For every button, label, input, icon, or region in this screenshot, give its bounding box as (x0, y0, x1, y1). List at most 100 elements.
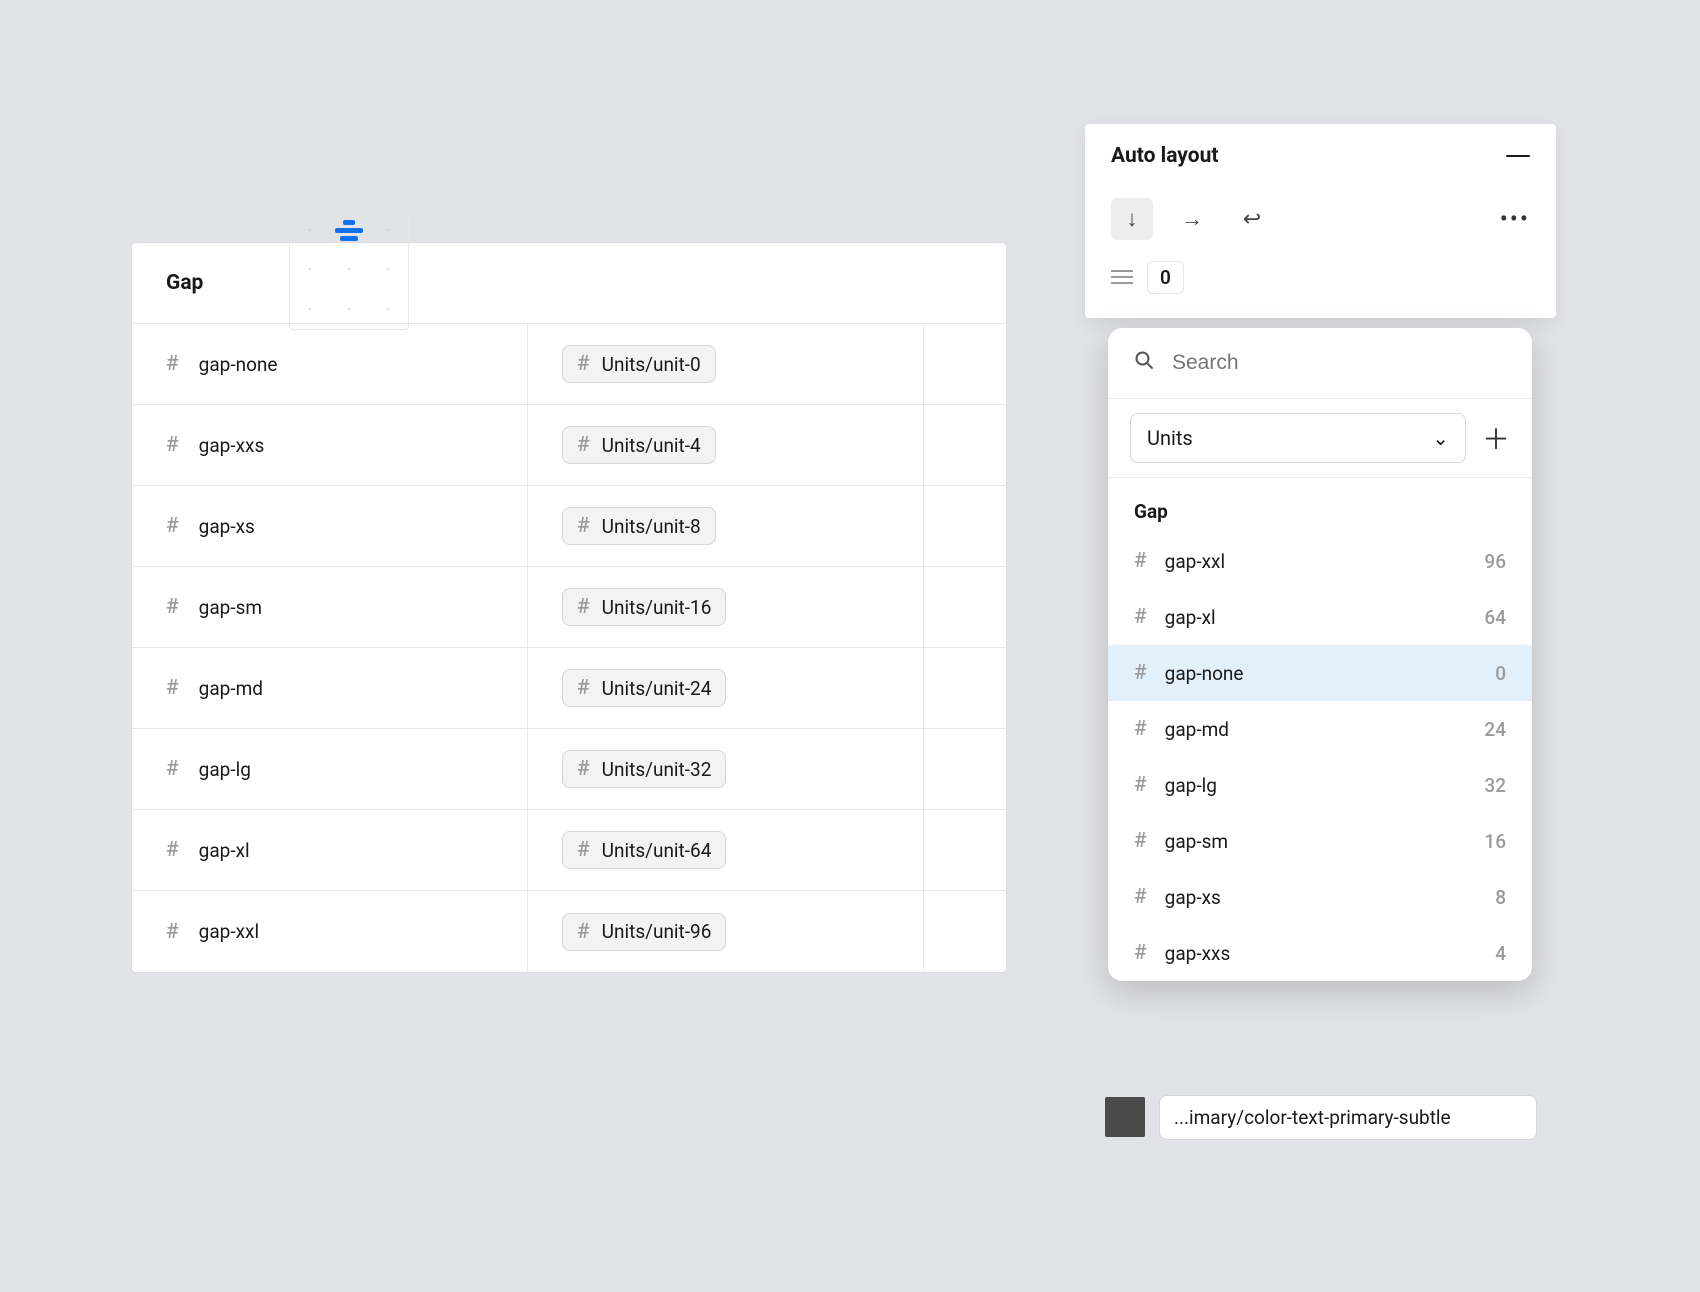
option-name: gap-none (1165, 662, 1244, 685)
variable-name-cell: # gap-md (132, 648, 528, 728)
alignment-grid[interactable]: • • ••• ••• (289, 210, 409, 330)
unit-label: Units/unit-16 (602, 596, 712, 619)
variable-name: gap-xxl (199, 920, 259, 943)
direction-horizontal-button[interactable]: → (1171, 198, 1213, 240)
gap-variable-table: Gap #gap-none#Units/unit-0#gap-xxs#Units… (132, 243, 1006, 972)
variable-option[interactable]: #gap-xs8 (1108, 869, 1532, 925)
list-heading: Gap (1108, 478, 1532, 533)
variable-name: gap-sm (199, 596, 262, 619)
variable-name: gap-md (199, 677, 263, 700)
option-name: gap-xl (1165, 606, 1216, 629)
gap-value-input[interactable]: 0 (1147, 261, 1184, 294)
unit-label: Units/unit-32 (602, 758, 712, 781)
variable-value-cell: #Units/unit-64 (528, 810, 924, 890)
variable-name-cell: #gap-xl (132, 810, 528, 890)
table-row[interactable]: #gap-xxs #Units/unit-4 (132, 405, 1006, 486)
collection-select-label: Units (1147, 426, 1193, 450)
variable-name-cell: # gap-sm (132, 567, 528, 647)
more-options-icon[interactable]: ••• (1500, 205, 1530, 233)
variable-value-cell: # Units/unit-32 (528, 729, 924, 809)
table-row[interactable]: #gap-xxl #Units/unit-96 (132, 891, 1006, 972)
option-name: gap-lg (1165, 774, 1217, 797)
panel-header: Auto layout (1085, 124, 1556, 188)
options-list: #gap-xxl96#gap-xl64#gap-none0#gap-md24#g… (1108, 533, 1532, 981)
option-value: 8 (1495, 886, 1506, 909)
hash-icon: # (166, 514, 179, 538)
hash-icon: # (577, 838, 590, 862)
variable-option[interactable]: # gap-xl 64 (1108, 589, 1532, 645)
variable-name-cell: #gap-none (132, 324, 528, 404)
table-row[interactable]: #gap-lg # Units/unit-32 (132, 729, 1006, 810)
hash-icon: # (577, 433, 590, 457)
gap-spacing-icon (1111, 270, 1133, 284)
unit-tag[interactable]: #Units/unit-4 (562, 426, 716, 464)
hash-icon: # (1134, 549, 1147, 573)
color-variable-row: ...imary/color-text-primary-subtle (1105, 1093, 1537, 1141)
unit-tag[interactable]: #Units/unit-64 (562, 831, 726, 869)
variable-picker-popover: Units ⌄ ＋ Gap #gap-xxl96#gap-xl64#gap-no… (1108, 328, 1532, 981)
hash-icon: # (166, 595, 179, 619)
unit-label: Units/unit-0 (602, 353, 701, 376)
table-row[interactable]: #gap-xl #Units/unit-64 (132, 810, 1006, 891)
variable-option[interactable]: #gap-xxl96 (1108, 533, 1532, 589)
hash-icon: # (166, 352, 179, 376)
direction-wrap-button[interactable]: ↩ (1231, 198, 1273, 240)
option-value: 24 (1484, 718, 1506, 741)
hash-icon: # (166, 433, 179, 457)
auto-layout-panel: Auto layout ↓ → ↩ ••• 0 (1085, 124, 1556, 318)
hash-icon: # (1134, 941, 1147, 965)
hash-icon: # (577, 757, 590, 781)
table-row[interactable]: #gap-none#Units/unit-0 (132, 324, 1006, 405)
option-value: 32 (1484, 774, 1506, 797)
variable-name-cell: #gap-xxs (132, 405, 528, 485)
hash-icon: # (1134, 717, 1147, 741)
direction-vertical-button[interactable]: ↓ (1111, 198, 1153, 240)
variable-option[interactable]: #gap-xxs4 (1108, 925, 1532, 981)
empty-cell (924, 648, 1006, 728)
variable-value-cell: #Units/unit-8 (528, 486, 924, 566)
table-title: Gap (132, 243, 1006, 323)
variable-option[interactable]: #gap-md24 (1108, 701, 1532, 757)
color-swatch (1105, 1097, 1145, 1137)
collapse-icon[interactable] (1506, 155, 1530, 157)
unit-tag[interactable]: #Units/unit-96 (562, 913, 726, 951)
option-name: gap-sm (1165, 830, 1228, 853)
empty-cell (924, 891, 1006, 972)
table-row[interactable]: # gap-sm #Units/unit-16 (132, 567, 1006, 648)
variable-name-cell: #gap-xxl (132, 891, 528, 972)
gap-field: 0 (1085, 250, 1556, 304)
unit-tag[interactable]: #Units/unit-0 (562, 345, 716, 383)
panel-title: Auto layout (1111, 144, 1218, 168)
unit-tag[interactable]: # Units/unit-32 (562, 750, 726, 788)
empty-cell (924, 810, 1006, 890)
unit-label: Units/unit-96 (602, 920, 712, 943)
unit-tag[interactable]: #Units/unit-8 (562, 507, 716, 545)
collection-row: Units ⌄ ＋ (1108, 398, 1532, 478)
hash-icon: # (1134, 605, 1147, 629)
table-row[interactable]: #gap-xs #Units/unit-8 (132, 486, 1006, 567)
variable-name-cell: #gap-lg (132, 729, 528, 809)
variable-name-cell: #gap-xs (132, 486, 528, 566)
table-row[interactable]: # gap-md #Units/unit-24 (132, 648, 1006, 729)
create-variable-button[interactable]: ＋ (1482, 424, 1510, 452)
variable-value-cell: #Units/unit-24 (528, 648, 924, 728)
option-value: 4 (1495, 942, 1506, 965)
option-value: 64 (1484, 606, 1506, 629)
search-input[interactable] (1172, 351, 1506, 375)
variable-option[interactable]: #gap-lg32 (1108, 757, 1532, 813)
empty-cell (924, 729, 1006, 809)
color-variable-chip[interactable]: ...imary/color-text-primary-subtle (1159, 1095, 1537, 1140)
unit-tag[interactable]: #Units/unit-24 (562, 669, 726, 707)
collection-select[interactable]: Units ⌄ (1130, 413, 1466, 463)
variable-name: gap-lg (199, 758, 251, 781)
variable-value-cell: #Units/unit-16 (528, 567, 924, 647)
table-body: #gap-none#Units/unit-0#gap-xxs#Units/uni… (132, 323, 1006, 972)
variable-option[interactable]: #gap-none0 (1108, 645, 1532, 701)
hash-icon: # (1134, 661, 1147, 685)
hash-icon: # (166, 676, 179, 700)
empty-cell (924, 486, 1006, 566)
variable-option[interactable]: #gap-sm16 (1108, 813, 1532, 869)
unit-tag[interactable]: #Units/unit-16 (562, 588, 726, 626)
variable-value-cell: #Units/unit-0 (528, 324, 924, 404)
chevron-down-icon: ⌄ (1432, 426, 1449, 450)
